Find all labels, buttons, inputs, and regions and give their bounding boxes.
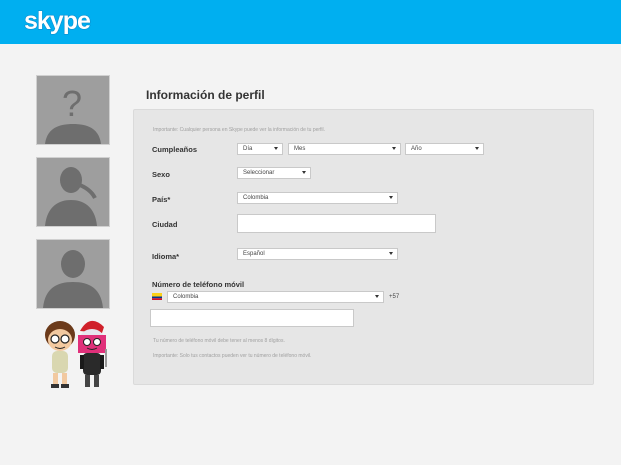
mobile-country-select[interactable]: Colombia bbox=[167, 291, 384, 303]
page-title: Información de perfil bbox=[146, 88, 265, 102]
colombia-flag-icon bbox=[152, 293, 162, 300]
chevron-down-icon bbox=[375, 295, 379, 298]
mobile-number-input[interactable] bbox=[150, 309, 354, 327]
chevron-down-icon bbox=[392, 147, 396, 150]
city-input[interactable] bbox=[237, 214, 436, 233]
chevron-down-icon bbox=[475, 147, 479, 150]
skype-mascots bbox=[40, 315, 112, 395]
unknown-user-icon[interactable]: ? bbox=[36, 75, 110, 145]
sex-select[interactable]: Seleccionar bbox=[237, 167, 311, 179]
top-header: skype bbox=[0, 0, 621, 44]
sex-label: Sexo bbox=[152, 170, 170, 179]
male-user-icon[interactable] bbox=[36, 239, 110, 309]
chevron-down-icon bbox=[389, 252, 393, 255]
birthday-year-select[interactable]: Año bbox=[405, 143, 484, 155]
language-select[interactable]: Español bbox=[237, 248, 398, 260]
country-code: +57 bbox=[389, 294, 400, 300]
mobile-label: Número de teléfono móvil bbox=[152, 280, 245, 289]
birthday-day-select[interactable]: Día bbox=[237, 143, 283, 155]
skype-logo[interactable]: skype bbox=[22, 5, 108, 37]
svg-text:?: ? bbox=[62, 83, 82, 124]
female-user-icon[interactable] bbox=[36, 157, 110, 227]
language-label: Idioma* bbox=[152, 252, 180, 261]
chevron-down-icon bbox=[274, 147, 278, 150]
chevron-down-icon bbox=[302, 171, 306, 174]
birthday-label: Cumpleaños bbox=[152, 145, 198, 154]
profile-notice: Importante: Cualquier persona en Skype p… bbox=[153, 127, 326, 133]
city-label: Ciudad bbox=[152, 220, 178, 229]
country-label: País* bbox=[152, 195, 171, 204]
country-select[interactable]: Colombia bbox=[237, 192, 398, 204]
mobile-hint: Tu número de teléfono móvil debe tener a… bbox=[153, 338, 285, 344]
birthday-month-select[interactable]: Mes bbox=[288, 143, 401, 155]
svg-text:skype: skype bbox=[24, 7, 91, 35]
chevron-down-icon bbox=[389, 196, 393, 199]
mobile-privacy-note: Importante: Solo tus contactos pueden ve… bbox=[153, 353, 312, 359]
